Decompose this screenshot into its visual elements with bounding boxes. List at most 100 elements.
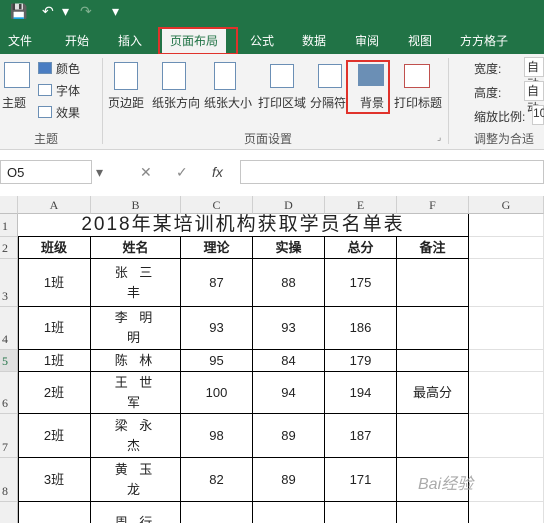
breaks-button[interactable]: 分隔符 [310, 94, 346, 111]
table-cell[interactable]: 89 [253, 414, 325, 458]
table-cell[interactable]: 最高分 [397, 372, 469, 414]
table-header-cell[interactable]: 实操 [253, 237, 325, 259]
column-header-c[interactable]: C [181, 196, 253, 214]
column-header-f[interactable]: F [397, 196, 469, 214]
column-header-b[interactable]: B [91, 196, 181, 214]
table-cell[interactable]: 1班 [18, 307, 91, 350]
table-cell[interactable]: 张 三 丰 [91, 259, 181, 307]
print-titles-icon[interactable] [404, 64, 430, 88]
table-cell[interactable]: 黄 玉 龙 [91, 458, 181, 502]
tab-view[interactable]: 视图 [408, 32, 432, 49]
column-header-g[interactable]: G [469, 196, 544, 214]
table-header-cell[interactable]: 总分 [325, 237, 397, 259]
row-header-7[interactable]: 7 [0, 414, 18, 458]
tab-insert[interactable]: 插入 [118, 32, 142, 49]
table-header-cell[interactable]: 班级 [18, 237, 91, 259]
table-cell[interactable] [325, 502, 397, 523]
column-header-a[interactable]: A [18, 196, 91, 214]
empty-cell[interactable] [469, 372, 544, 414]
scale-input[interactable]: 10 [532, 105, 544, 125]
table-cell[interactable] [18, 502, 91, 523]
row-header-1[interactable]: 1 [0, 214, 18, 237]
table-cell[interactable]: 87 [181, 259, 253, 307]
orientation-button[interactable]: 纸张方向 [152, 94, 200, 111]
empty-cell[interactable] [469, 237, 544, 259]
print-titles-button[interactable]: 打印标题 [394, 94, 442, 111]
print-area-icon[interactable] [270, 64, 294, 88]
insert-function-icon[interactable]: fx [212, 164, 223, 180]
table-cell[interactable]: 95 [181, 350, 253, 372]
table-cell[interactable] [181, 502, 253, 523]
colors-button[interactable]: 颜色 [56, 60, 80, 77]
empty-cell[interactable] [469, 259, 544, 307]
tab-file[interactable]: 文件 [8, 32, 32, 49]
table-header-cell[interactable]: 理论 [181, 237, 253, 259]
table-cell[interactable] [253, 502, 325, 523]
empty-cell[interactable] [469, 502, 544, 523]
row-header-2[interactable]: 2 [0, 237, 18, 259]
fonts-button[interactable]: 字体 [56, 82, 80, 99]
table-cell[interactable]: 179 [325, 350, 397, 372]
breaks-icon[interactable] [318, 64, 342, 88]
size-icon[interactable] [214, 62, 236, 90]
undo-dropdown-icon[interactable]: ▾ [62, 3, 69, 20]
table-cell[interactable]: 187 [325, 414, 397, 458]
tab-review[interactable]: 审阅 [355, 32, 379, 49]
table-cell[interactable] [397, 414, 469, 458]
table-cell[interactable]: 93 [181, 307, 253, 350]
select-all-corner[interactable] [0, 196, 18, 214]
redo-icon[interactable]: ↷ [80, 3, 92, 20]
row-header-5[interactable]: 5 [0, 350, 18, 372]
table-cell[interactable]: 2班 [18, 372, 91, 414]
tab-data[interactable]: 数据 [302, 32, 326, 49]
size-button[interactable]: 纸张大小 [204, 94, 252, 111]
table-cell[interactable]: 171 [325, 458, 397, 502]
table-cell[interactable]: 84 [253, 350, 325, 372]
customize-qat-icon[interactable]: ▾ [112, 3, 119, 20]
theme-button[interactable]: 主题 [2, 94, 26, 111]
table-cell[interactable]: 1班 [18, 350, 91, 372]
table-cell[interactable]: 82 [181, 458, 253, 502]
table-cell[interactable]: 89 [253, 458, 325, 502]
formula-input[interactable] [240, 160, 544, 184]
width-select[interactable]: 自动 [524, 57, 544, 91]
table-cell[interactable]: 93 [253, 307, 325, 350]
table-cell[interactable]: 100 [181, 372, 253, 414]
row-header-6[interactable]: 6 [0, 372, 18, 414]
empty-cell[interactable] [469, 414, 544, 458]
empty-cell[interactable] [469, 458, 544, 502]
table-cell[interactable]: 186 [325, 307, 397, 350]
table-cell[interactable]: 88 [253, 259, 325, 307]
row-header-4[interactable]: 4 [0, 307, 18, 350]
table-cell[interactable]: 李 明 明 [91, 307, 181, 350]
empty-cell[interactable] [469, 307, 544, 350]
page-setup-launcher-icon[interactable]: ⌟ [437, 132, 441, 143]
table-title[interactable]: 2018年某培训机构获取学员名单表 [18, 214, 469, 237]
print-area-button[interactable]: 打印区域 [258, 94, 306, 111]
height-select[interactable]: 自动 [524, 81, 544, 115]
table-cell[interactable] [397, 502, 469, 523]
table-cell[interactable]: 周 行 [91, 502, 181, 523]
undo-icon[interactable]: ↶ [42, 3, 54, 20]
column-header-d[interactable]: D [253, 196, 325, 214]
table-cell[interactable]: 1班 [18, 259, 91, 307]
orientation-icon[interactable] [162, 62, 186, 90]
theme-icon[interactable] [4, 62, 30, 88]
margins-button[interactable]: 页边距 [108, 94, 144, 111]
table-cell[interactable]: 175 [325, 259, 397, 307]
table-cell[interactable]: 陈 林 [91, 350, 181, 372]
effects-button[interactable]: 效果 [56, 104, 80, 121]
table-header-cell[interactable]: 备注 [397, 237, 469, 259]
tab-fangfang[interactable]: 方方格子 [460, 32, 508, 49]
cancel-icon[interactable]: ✕ [140, 164, 152, 181]
row-header-9[interactable]: 9 [0, 502, 18, 523]
table-cell[interactable]: 98 [181, 414, 253, 458]
name-box[interactable]: O5 [0, 160, 92, 184]
column-header-e[interactable]: E [325, 196, 397, 214]
enter-icon[interactable]: ✓ [176, 164, 188, 181]
table-cell[interactable]: 梁 永 杰 [91, 414, 181, 458]
table-cell[interactable] [397, 350, 469, 372]
table-cell[interactable]: 94 [253, 372, 325, 414]
row-header-3[interactable]: 3 [0, 259, 18, 307]
empty-cell[interactable] [469, 350, 544, 372]
